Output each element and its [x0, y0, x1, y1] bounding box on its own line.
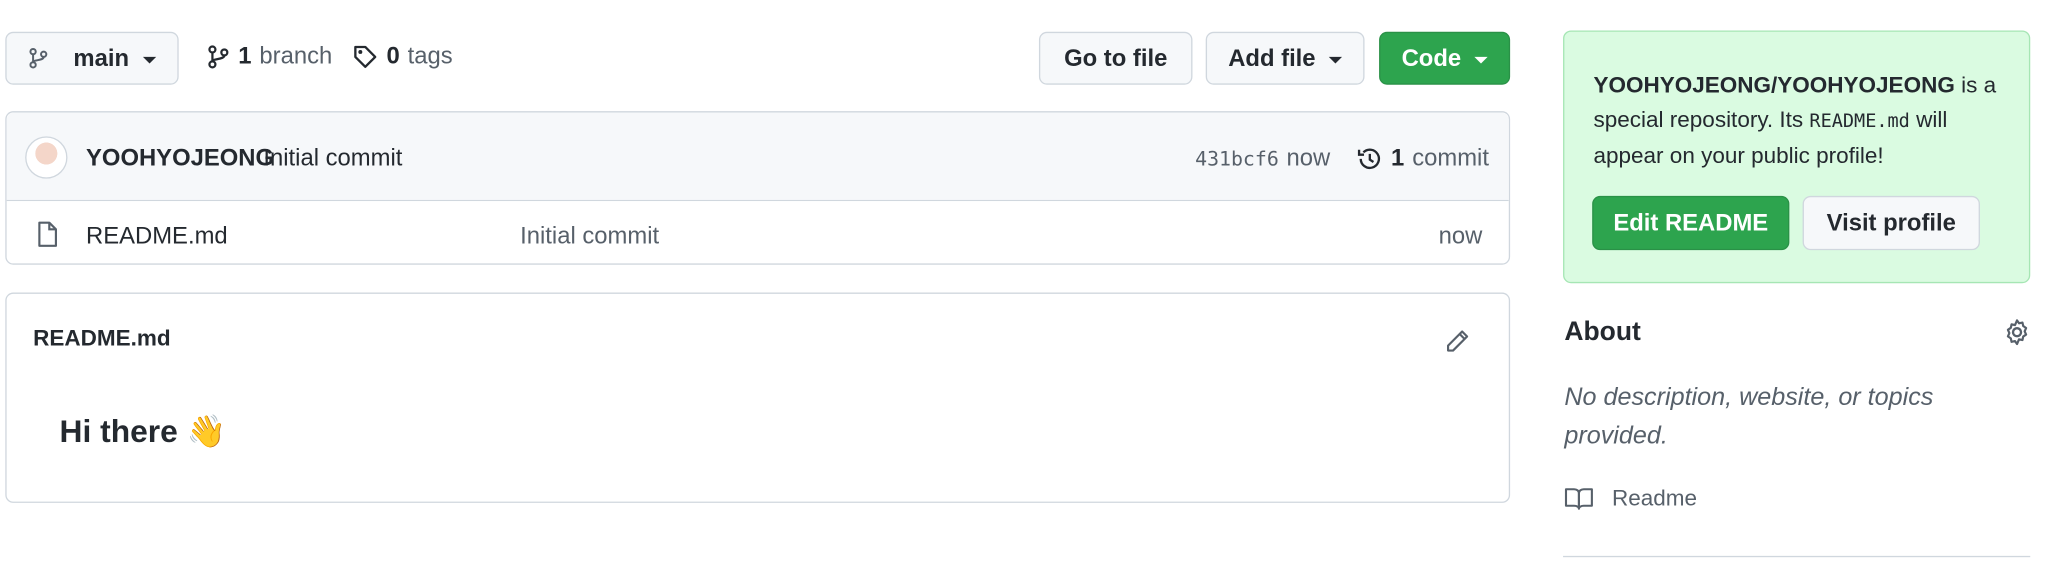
file-commit-message[interactable]: Initial commit	[520, 222, 659, 250]
pencil-icon[interactable]	[1444, 328, 1470, 354]
sidebar-divider	[1563, 555, 2031, 558]
special-repo-text: YOOHYOJEONG/YOOHYOJEONG is a special rep…	[1593, 69, 2017, 174]
file-name[interactable]: README.md	[86, 222, 228, 250]
edit-readme-button[interactable]: Edit README	[1592, 195, 1790, 251]
visit-profile-button[interactable]: Visit profile	[1802, 195, 1980, 251]
git-branch-icon	[28, 47, 49, 69]
branches-link[interactable]: 1 branch	[206, 42, 332, 70]
commit-author[interactable]: YOOHYOJEONG	[86, 144, 274, 172]
branches-count: 1	[238, 42, 252, 69]
table-row[interactable]: README.md Initial commit now	[7, 201, 1509, 265]
special-repo-notice: YOOHYOJEONG/YOOHYOJEONG is a special rep…	[1563, 30, 2031, 284]
avatar[interactable]	[25, 136, 68, 179]
about-description: No description, website, or topics provi…	[1564, 383, 1934, 450]
commit-count-label: commit	[1412, 144, 1489, 171]
file-list: YOOHYOJEONG Initial commit 431bcf6 now 1…	[5, 111, 1511, 265]
file-icon	[36, 221, 60, 247]
special-repo-file: README.md	[1809, 111, 1910, 133]
readme-title: README.md	[33, 325, 171, 351]
branches-label: branch	[259, 42, 333, 69]
tags-count: 0	[386, 42, 400, 69]
code-label: Code	[1401, 44, 1462, 71]
readme-link[interactable]: Readme	[1564, 486, 1697, 512]
readme-heading: Hi there 👋	[59, 414, 227, 450]
repo-page: main 1 branch 0 tags Go to file Add file…	[0, 0, 2054, 569]
branch-select-button[interactable]: main	[5, 31, 179, 85]
tags-link[interactable]: 0 tags	[352, 42, 453, 70]
about-title: About	[1564, 317, 1641, 347]
latest-commit-bar: YOOHYOJEONG Initial commit 431bcf6 now 1…	[6, 112, 1509, 202]
book-icon	[1564, 486, 1593, 512]
history-icon	[1357, 145, 1383, 171]
chevron-down-icon	[1474, 56, 1488, 63]
chevron-down-icon	[1328, 56, 1343, 63]
git-branch-icon	[206, 44, 230, 68]
branch-name: main	[73, 44, 130, 71]
tag-icon	[352, 43, 378, 69]
commit-sha[interactable]: 431bcf6	[1195, 147, 1279, 171]
file-time: now	[1438, 222, 1483, 249]
tags-label: tags	[407, 42, 453, 69]
go-to-file-button[interactable]: Go to file	[1038, 31, 1193, 85]
repo-stage: main 1 branch 0 tags Go to file Add file…	[0, 0, 2054, 569]
code-button[interactable]: Code	[1379, 31, 1511, 85]
add-file-button[interactable]: Add file	[1205, 31, 1365, 85]
gear-icon[interactable]	[2002, 318, 2031, 347]
commits-link[interactable]: 1 commit	[1357, 144, 1489, 172]
commit-message[interactable]: Initial commit	[263, 144, 402, 172]
readme-box: README.md Hi there 👋	[5, 292, 1511, 503]
add-file-label: Add file	[1228, 44, 1316, 71]
readme-link-label: Readme	[1612, 485, 1698, 511]
special-repo-name: YOOHYOJEONG/YOOHYOJEONG	[1593, 72, 1955, 98]
commit-count: 1	[1390, 144, 1405, 171]
chevron-down-icon	[142, 56, 156, 63]
commit-time: now	[1286, 144, 1331, 171]
